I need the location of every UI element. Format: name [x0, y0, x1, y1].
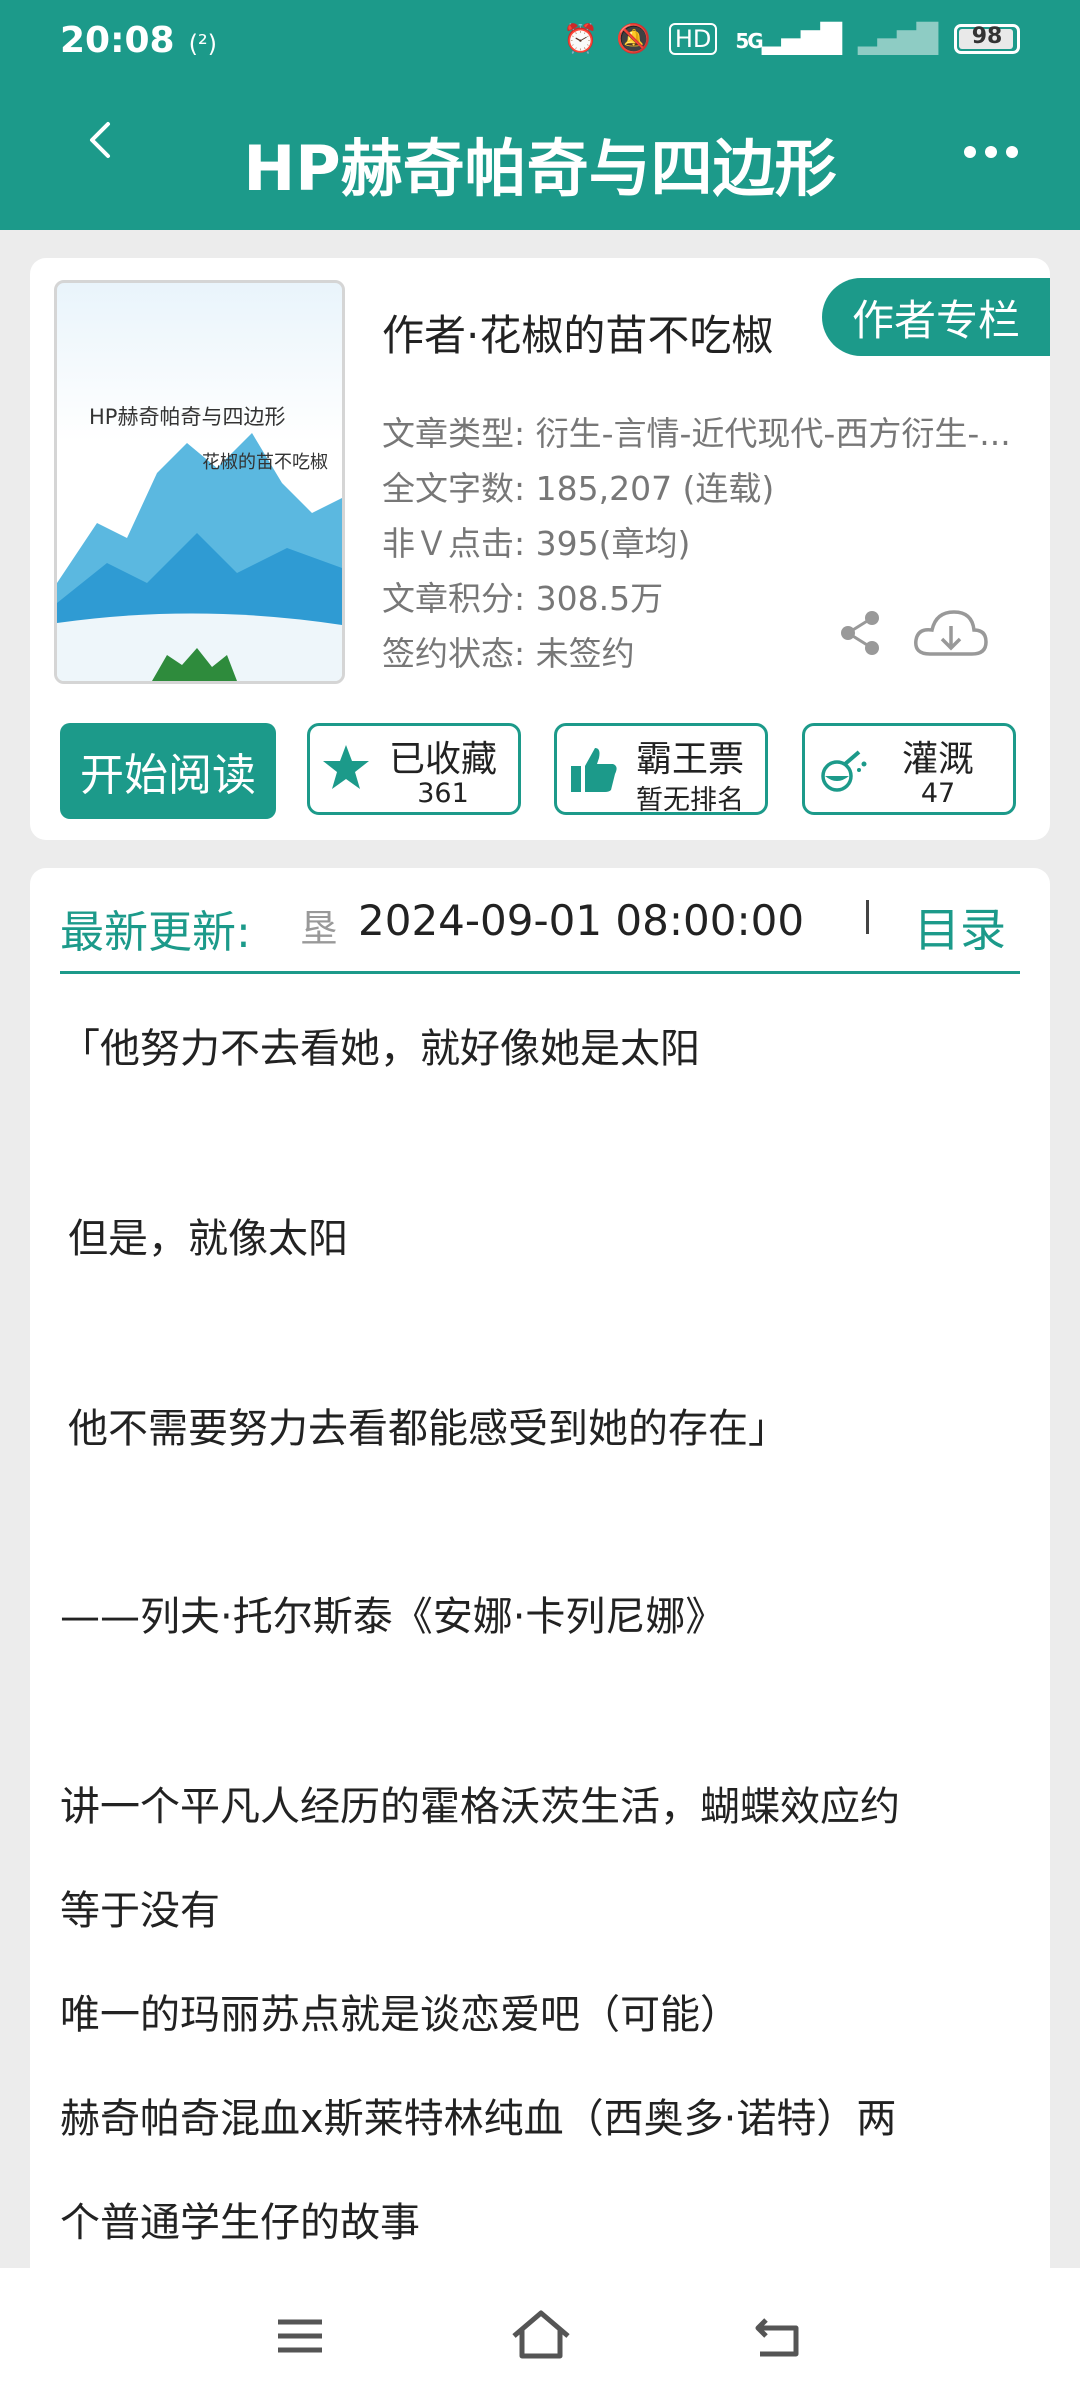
description-line: 讲一个平凡人经历的霍格沃茨生活，蝴蝶效应约	[60, 1784, 900, 1830]
description-line: 等于没有	[60, 1888, 220, 1934]
latest-update-date[interactable]: 2024-09-01 08:00:00	[358, 896, 804, 945]
back-nav-icon[interactable]	[752, 2314, 806, 2360]
description-line: 他不需要努力去看都能感受到她的存在」	[68, 1406, 788, 1452]
menu-icon[interactable]	[274, 2314, 326, 2358]
description-line: 个普通学生仔的故事	[60, 2200, 420, 2246]
status-time: 20:08 (²)	[60, 20, 217, 61]
wifi-icon: (²)	[188, 30, 217, 58]
favorite-button[interactable]: 已收藏 361	[307, 723, 521, 815]
status-icons: ⏰ 🔕 HD 5G▂▄▆█ ▂▄▆█ 98	[563, 22, 1020, 55]
meta-clicks: 非Ｖ点击: 395(章均)	[382, 524, 691, 563]
irrigate-count: 47	[920, 778, 956, 809]
thumbs-up-icon	[571, 748, 617, 792]
latest-update-label: 最新更新:	[60, 907, 251, 958]
cover-title: HP赫奇帕奇与四边形	[89, 405, 286, 429]
more-options-icon[interactable]	[964, 146, 1018, 158]
app-header: 20:08 (²) ⏰ 🔕 HD 5G▂▄▆█ ▂▄▆█ 98 HP赫奇帕奇与四边…	[0, 0, 1080, 230]
alarm-icon: ⏰	[563, 22, 598, 55]
system-nav-bar	[0, 2268, 1080, 2400]
watering-icon	[821, 750, 867, 792]
meta-genre: 文章类型: 衍生-言情-近代现代-西方衍生-...	[382, 414, 1011, 453]
update-underline	[60, 971, 1020, 974]
author-name[interactable]: 作者·花椒的苗不吃椒	[382, 302, 773, 363]
mute-icon: 🔕	[615, 22, 651, 55]
clock-text: 20:08	[60, 20, 175, 61]
description-line: 赫奇帕奇混血x斯莱特林纯血（西奥多·诺特）两	[60, 2096, 897, 2142]
description-line: 「他努力不去看她，就好像她是太阳	[60, 1026, 700, 1072]
update-divider	[866, 900, 869, 934]
book-cover[interactable]: HP赫奇帕奇与四边形 花椒的苗不吃椒	[54, 280, 345, 684]
book-info-card: HP赫奇帕奇与四边形 花椒的苗不吃椒 作者·花椒的苗不吃椒 作者专栏 文章类型:…	[30, 258, 1050, 840]
author-column-button[interactable]: 作者专栏	[822, 278, 1050, 356]
start-reading-button[interactable]: 开始阅读	[60, 723, 276, 819]
favorite-label: 已收藏	[388, 739, 497, 780]
download-icon[interactable]	[910, 604, 990, 664]
table-of-contents-link[interactable]: 目录	[914, 894, 1006, 960]
network-type: 5G	[735, 29, 763, 53]
bawang-rank: 暂无排名	[636, 785, 744, 816]
star-icon	[323, 745, 369, 789]
home-icon[interactable]	[510, 2308, 572, 2360]
signal-2-icon: ▂▄▆█	[857, 22, 938, 55]
meta-word-count: 全文字数: 185,207 (连载)	[382, 469, 775, 508]
cover-landscape-image	[57, 433, 342, 681]
bawang-label: 霸王票	[635, 739, 744, 780]
cover-author: 花椒的苗不吃椒	[202, 452, 328, 473]
description-line: 但是，就像太阳	[68, 1216, 348, 1262]
description-line: ——列夫·托尔斯泰《安娜·卡列尼娜》	[60, 1594, 726, 1640]
favorite-count: 361	[417, 778, 469, 809]
battery-icon: 98	[954, 23, 1020, 54]
irrigate-button[interactable]: 灌溉 47	[802, 723, 1016, 815]
description-line: 唯一的玛丽苏点就是谈恋爱吧（可能）	[60, 1992, 740, 2038]
content-card: 最新更新: 垦 2024-09-01 08:00:00 目录 「他努力不去看她，…	[30, 868, 1050, 2268]
bawang-ticket-button[interactable]: 霸王票 暂无排名	[554, 723, 768, 816]
update-glyph: 垦	[300, 907, 339, 951]
hd-icon: HD	[668, 22, 718, 55]
signal-icon: 5G▂▄▆█	[735, 22, 841, 55]
battery-level: 98	[971, 23, 1003, 49]
irrigate-label: 灌溉	[901, 739, 974, 780]
page-title: HP赫奇帕奇与四边形	[243, 132, 837, 205]
share-icon[interactable]	[836, 608, 886, 658]
